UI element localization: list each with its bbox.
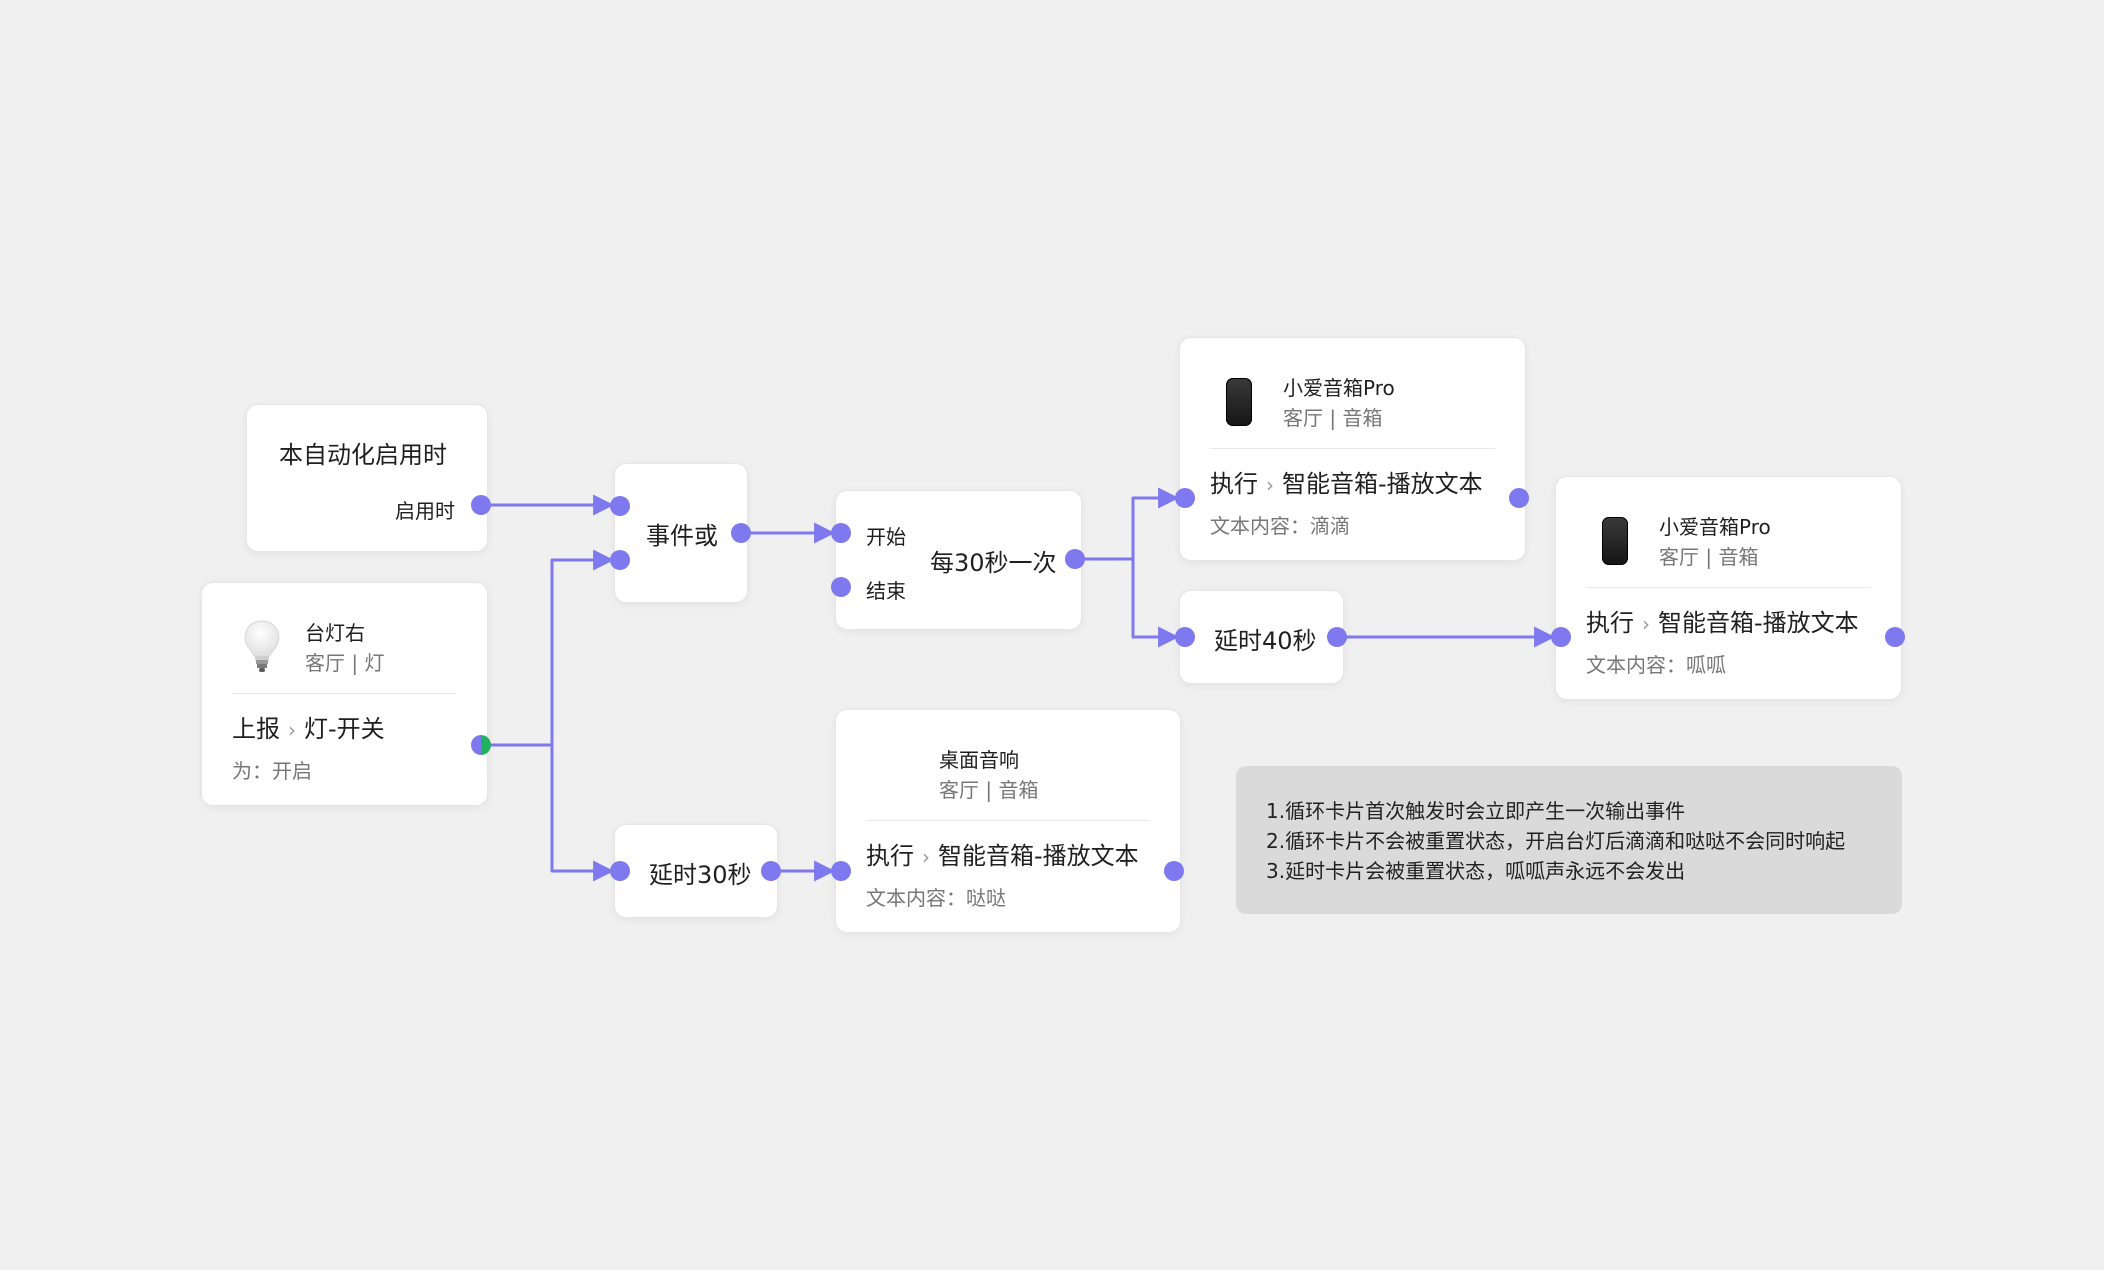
input-label-end: 结束 [866,579,906,603]
node-title: 延时30秒 [649,861,752,889]
action-label: 上报 [232,715,280,743]
device-location: 客厅 | 音箱 [939,778,1039,802]
device-name: 小爱音箱Pro [1283,376,1395,400]
wire-lamp-to-delay30[interactable] [550,745,615,882]
note-line-1: 1.循环卡片首次触发时会立即产生一次输出事件 [1266,799,1686,823]
action-target: 灯-开关 [304,715,385,743]
device-location: 客厅 | 灯 [305,651,385,675]
output-port-speaker-pro-1[interactable] [1509,488,1529,508]
action-content: 文本内容：哒哒 [866,886,1006,910]
action-content: 文本内容：呱呱 [1586,653,1726,677]
action-content: 文本内容：滴滴 [1210,514,1350,538]
output-port-event-or[interactable] [731,523,751,543]
node-title: 本自动化启用时 [279,441,447,469]
note-line-2: 2.循环卡片不会被重置状态，开启台灯后滴滴和哒哒不会同时响起 [1266,829,1846,853]
output-port-loop[interactable] [1065,549,1085,569]
light-bulb-icon [242,619,282,675]
input-port-delay-40s[interactable] [1175,627,1195,647]
divider [232,693,457,694]
node-event-or[interactable]: 事件或 [614,463,748,603]
output-port-automation-enabled[interactable] [471,495,491,515]
node-title: 延时40秒 [1214,627,1317,655]
device-location: 客厅 | 音箱 [1283,406,1383,430]
input-port-event-or-1[interactable] [610,496,630,516]
action-label: 执行 [866,842,914,870]
input-port-desk-speaker[interactable] [831,861,851,881]
node-title: 每30秒一次 [930,549,1057,577]
note-card: 1.循环卡片首次触发时会立即产生一次输出事件 2.循环卡片不会被重置状态，开启台… [1236,766,1902,914]
device-name: 小爱音箱Pro [1659,515,1771,539]
node-lamp-report[interactable]: 台灯右 客厅 | 灯 上报 › 灯-开关 为：开启 [201,582,488,806]
chevron-right-icon: › [288,718,296,742]
input-port-speaker-pro-1[interactable] [1175,488,1195,508]
node-automation-enabled[interactable]: 本自动化启用时 启用时 [246,404,488,552]
node-title: 事件或 [646,522,718,550]
smart-speaker-icon [1602,517,1628,565]
output-port-delay-40s[interactable] [1327,627,1347,647]
node-loop-30s[interactable]: 开始 结束 每30秒一次 [835,490,1082,630]
action-label: 执行 [1210,470,1258,498]
automation-canvas[interactable]: 本自动化启用时 启用时 台灯右 客厅 | 灯 上报 › 灯-开关 为：开启 事件… [0,0,2104,1270]
node-delay-40s[interactable]: 延时40秒 [1179,590,1344,684]
divider [1586,587,1871,588]
action-target: 智能音箱-播放文本 [1282,470,1483,498]
input-port-loop-end[interactable] [831,577,851,597]
input-port-loop-start[interactable] [831,523,851,543]
note-line-3: 3.延时卡片会被重置状态，呱呱声永远不会发出 [1266,859,1686,883]
device-name: 台灯右 [305,621,365,645]
wire-loop-to-speakerpro1[interactable] [1082,487,1180,561]
action-line: 执行 › 智能音箱-播放文本 [1586,603,1859,638]
action-target: 智能音箱-播放文本 [938,842,1139,870]
action-line: 执行 › 智能音箱-播放文本 [866,836,1139,871]
smart-speaker-icon [1226,378,1252,426]
input-port-delay-30s[interactable] [610,861,630,881]
output-port-speaker-pro-2[interactable] [1885,627,1905,647]
action-line: 执行 › 智能音箱-播放文本 [1210,464,1483,499]
node-speaker-pro-2[interactable]: 小爱音箱Pro 客厅 | 音箱 执行 › 智能音箱-播放文本 文本内容：呱呱 [1555,476,1902,700]
chevron-right-icon: › [1266,473,1274,497]
output-port-lamp[interactable] [471,735,491,755]
wire-loop-to-delay40[interactable] [1131,559,1180,648]
divider [866,820,1150,821]
chevron-right-icon: › [1642,612,1650,636]
device-name: 桌面音响 [939,748,1019,772]
output-label: 启用时 [395,499,455,523]
action-line: 上报 › 灯-开关 [232,709,385,744]
output-port-desk-speaker[interactable] [1164,861,1184,881]
input-port-speaker-pro-2[interactable] [1551,627,1571,647]
action-label: 执行 [1586,609,1634,637]
node-speaker-pro-1[interactable]: 小爱音箱Pro 客厅 | 音箱 执行 › 智能音箱-播放文本 文本内容：滴滴 [1179,337,1526,561]
node-desk-speaker[interactable]: 桌面音响 客厅 | 音箱 执行 › 智能音箱-播放文本 文本内容：哒哒 [835,709,1181,933]
divider [1210,448,1495,449]
wire-lamp-to-eventor[interactable] [488,549,615,747]
condition-value: 为：开启 [232,759,312,783]
action-target: 智能音箱-播放文本 [1658,609,1859,637]
input-port-event-or-2[interactable] [610,550,630,570]
output-port-delay-30s[interactable] [761,861,781,881]
chevron-right-icon: › [922,845,930,869]
input-label-start: 开始 [866,525,906,549]
node-delay-30s[interactable]: 延时30秒 [614,824,778,918]
device-location: 客厅 | 音箱 [1659,545,1759,569]
